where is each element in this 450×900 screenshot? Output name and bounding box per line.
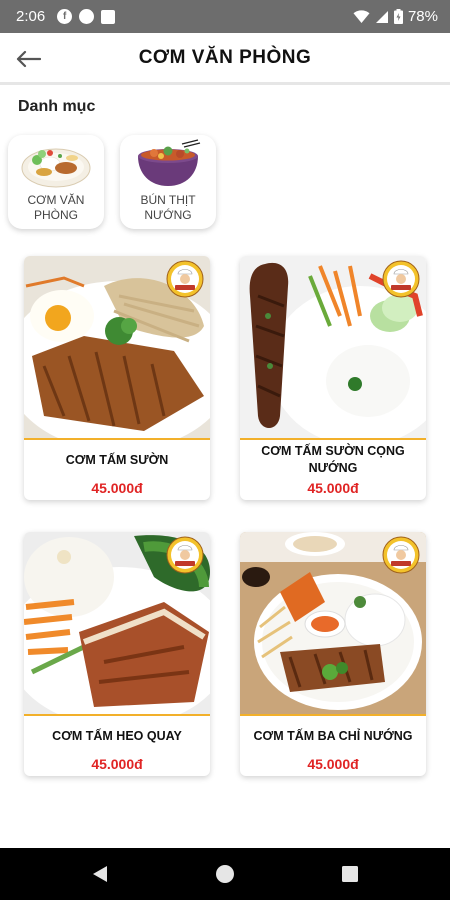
back-button[interactable] <box>10 41 46 77</box>
product-price: 45.000đ <box>91 480 143 496</box>
nav-back-button[interactable] <box>86 860 114 888</box>
nav-recent-apps-button[interactable] <box>336 860 364 888</box>
circle-notification-icon <box>79 9 95 24</box>
nav-home-button[interactable] <box>211 860 239 888</box>
product-name: CƠM TẤM SƯỜN <box>65 452 169 467</box>
category-label: CƠM VĂN PHÒNG <box>27 193 85 222</box>
status-time: 2:06 <box>16 8 46 25</box>
arrow-left-icon <box>16 50 41 68</box>
restaurant-logo-icon <box>166 536 204 574</box>
product-name: CƠM TẤM SƯỜN CỌNG NƯỚNG <box>261 444 405 475</box>
facebook-notification-icon: f <box>57 9 73 24</box>
square-recents-icon <box>342 866 358 882</box>
battery-percentage: 78% <box>407 8 438 25</box>
battery-icon <box>393 9 403 24</box>
restaurant-logo-icon <box>166 260 204 298</box>
restaurant-logo-icon <box>382 536 420 574</box>
page-title: CƠM VĂN PHÒNG <box>138 46 312 68</box>
restaurant-logo-icon <box>382 260 420 298</box>
category-label: BÚN THỊT NƯỚNG <box>140 193 196 222</box>
triangle-back-icon <box>93 866 107 882</box>
noodle-bowl-thumbnail <box>138 139 201 186</box>
rice-plate-thumbnail <box>21 148 91 188</box>
cell-signal-icon <box>375 10 388 23</box>
image-divider <box>240 714 426 716</box>
square-notification-icon <box>101 9 116 24</box>
status-notification-icons: f <box>57 9 116 24</box>
category-bun-thit-nuong[interactable]: BÚN THỊT NƯỚNG <box>120 135 216 229</box>
product-price: 45.000đ <box>307 480 359 496</box>
screen: 2:06 f 78% CƠM VĂN PHÒNG Danh mục CƠM VĂ… <box>0 0 450 900</box>
status-bar: 2:06 f 78% <box>0 0 450 33</box>
product-name: CƠM TẤM BA CHỈ NƯỚNG <box>253 728 413 743</box>
image-divider <box>24 438 210 440</box>
product-card[interactable]: CƠM TẤM SƯỜN 45.000đ <box>24 256 210 500</box>
circle-home-icon <box>216 865 234 883</box>
image-divider <box>240 438 426 440</box>
product-card[interactable]: CƠM TẤM BA CHỈ NƯỚNG 45.000đ <box>240 532 426 776</box>
product-price: 45.000đ <box>91 756 143 772</box>
product-card[interactable]: CƠM TẤM SƯỜN CỌNG NƯỚNG 45.000đ <box>240 256 426 500</box>
system-navigation-bar <box>0 848 450 900</box>
status-system-icons: 78% <box>353 8 438 25</box>
image-divider <box>24 714 210 716</box>
category-section-title: Danh mục <box>18 98 96 115</box>
wifi-icon <box>353 9 370 23</box>
app-bar: CƠM VĂN PHÒNG <box>0 33 450 85</box>
product-card[interactable]: CƠM TẤM HEO QUAY 45.000đ <box>24 532 210 776</box>
product-price: 45.000đ <box>307 756 359 772</box>
product-name: CƠM TẤM HEO QUAY <box>52 728 182 743</box>
category-com-van-phong[interactable]: CƠM VĂN PHÒNG <box>8 135 104 229</box>
